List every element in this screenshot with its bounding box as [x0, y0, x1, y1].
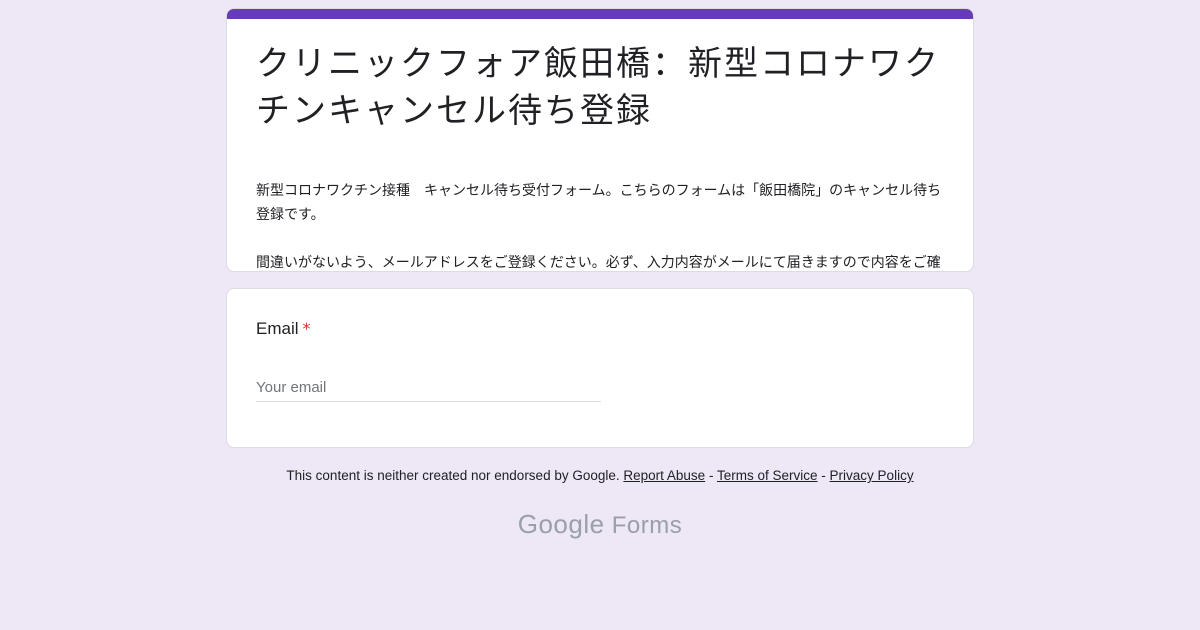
form-header-card: クリニックフォア飯田橋：新型コロナワクチンキャンセル待ち登録 新型コロナワクチン…	[226, 8, 974, 272]
email-question-title: Email *	[256, 319, 945, 339]
header-accent-bar	[227, 9, 973, 19]
terms-of-service-link[interactable]: Terms of Service	[717, 468, 818, 483]
required-asterisk: *	[302, 319, 311, 338]
form-title: クリニックフォア飯田橋：新型コロナワクチンキャンセル待ち登録	[256, 44, 940, 131]
email-question-card: Email *	[226, 288, 974, 448]
footer-separator: -	[708, 468, 714, 483]
email-input[interactable]	[256, 379, 601, 402]
form-description-line: 間違いがないよう、メールアドレスをご登録ください。必ず、入力内容がメールにて届き…	[256, 255, 941, 271]
footer-separator: -	[821, 468, 826, 483]
email-question-label: Email	[256, 319, 299, 338]
footer: This content is neither created nor endo…	[226, 468, 974, 483]
form-container: クリニックフォア飯田橋：新型コロナワクチンキャンセル待ち登録 新型コロナワクチン…	[226, 8, 974, 540]
footer-disclaimer: This content is neither created nor endo…	[286, 468, 620, 483]
google-forms-logo[interactable]: Google Forms	[226, 509, 974, 540]
form-description: 新型コロナワクチン接種 キャンセル待ち受付フォーム。こちらのフォームは「飯田橋院…	[256, 155, 945, 271]
form-description-line: 新型コロナワクチン接種 キャンセル待ち受付フォーム。こちらのフォームは「飯田橋院…	[256, 183, 942, 223]
google-wordmark: Google	[517, 509, 605, 539]
report-abuse-link[interactable]: Report Abuse	[623, 468, 705, 483]
privacy-policy-link[interactable]: Privacy Policy	[830, 468, 914, 483]
forms-wordmark: Forms	[611, 512, 683, 539]
